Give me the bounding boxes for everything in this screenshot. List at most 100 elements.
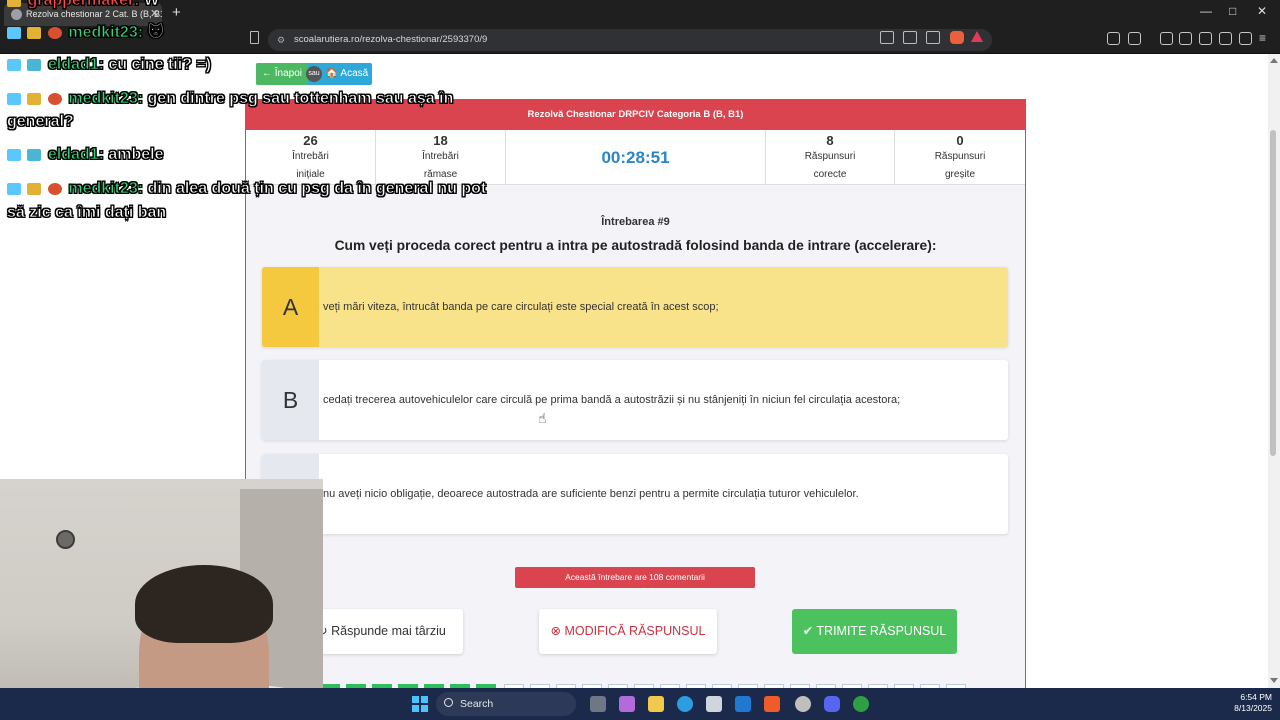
chat-text: să zic ca îmi dați ban: [7, 204, 167, 222]
webcam-overlay: [0, 479, 323, 720]
webcam-wall-fixture: [56, 530, 75, 549]
cast-icon[interactable]: [880, 31, 894, 44]
or-separator: sau: [306, 66, 322, 82]
vpn-icon[interactable]: [1239, 32, 1252, 45]
answer-option-a[interactable]: A veți mări viteza, întrucât banda pe ca…: [262, 267, 1008, 347]
share-icon[interactable]: [926, 31, 940, 44]
browser-tab-strip: Rezolva chestionar 2 Cat. B (B, B1) ✕ + …: [0, 0, 1280, 26]
url-text: scoalarutiera.ro/rezolva-chestionar/2593…: [294, 34, 488, 45]
modify-answer-button[interactable]: ⊗ MODIFICĂ RĂSPUNSUL: [539, 609, 717, 654]
windows-taskbar: Search 6:54 PM 8/13/2025: [0, 688, 1280, 720]
chat-message: medkit23: din alea două țin cu psg da în…: [7, 177, 487, 200]
clip-badge-icon: [47, 26, 62, 39]
search-icon: [444, 698, 453, 707]
sword-badge-icon: [7, 58, 21, 71]
outlook-icon[interactable]: [735, 696, 751, 712]
back-button[interactable]: ← Înapoi: [256, 63, 308, 85]
subscriber-badge-icon: [27, 148, 42, 161]
chat-message: medkit23: 🐱: [7, 21, 165, 44]
chat-text: din alea două țin cu psg da în general n…: [147, 180, 487, 198]
maximize-icon[interactable]: □: [1229, 4, 1236, 18]
chat-message: eldad1: ambele: [7, 143, 164, 166]
stat-wrong-value: 0: [956, 133, 964, 148]
chat-username: grappermaker:: [27, 0, 140, 9]
answer-option-b[interactable]: B cedați trecerea autovehiculelor care c…: [262, 360, 1008, 440]
back-home-group: ← Înapoi sau 🏠 Acasă: [256, 63, 372, 85]
stat-remaining-value: 18: [433, 133, 448, 148]
store-icon[interactable]: [706, 696, 722, 712]
taskbar-search[interactable]: Search: [436, 692, 576, 716]
chat-text: ambele: [108, 146, 164, 164]
site-info-icon[interactable]: ⚙: [277, 29, 285, 51]
answer-option-c[interactable]: C nu aveți nicio obligație, deoarece aut…: [262, 454, 1008, 534]
question-text: Cum veți proceda corect pentru a intra p…: [334, 238, 937, 253]
chat-username: eldad1:: [47, 146, 105, 164]
brave-shields-icon[interactable]: [950, 31, 964, 44]
close-window-icon[interactable]: ✕: [1257, 4, 1267, 18]
start-menu-icon[interactable]: [412, 696, 428, 712]
chat-text: W: [143, 0, 160, 9]
new-tab-button[interactable]: +: [172, 3, 181, 23]
send-answer-button[interactable]: ✔ TRIMITE RĂSPUNSUL: [792, 609, 957, 654]
brave-icon[interactable]: [764, 696, 780, 712]
answer-text: veți mări viteza, întrucât banda pe care…: [323, 301, 719, 313]
chat-username: medkit23:: [68, 90, 144, 108]
crown-badge-icon: [27, 92, 42, 105]
scroll-thumb[interactable]: [1270, 130, 1276, 456]
answer-later-button[interactable]: ↻ Răspunde mai târziu: [300, 609, 463, 654]
brave-rewards-icon[interactable]: [971, 31, 983, 42]
stat-correct: 8 Răspunsuri corecte: [766, 130, 895, 185]
sword-badge-icon: [7, 182, 21, 195]
clock-time: 6:54 PM: [1240, 692, 1272, 702]
chat-username: eldad1:: [47, 56, 105, 74]
stat-wrong: 0 Răspunsuri greșite: [895, 130, 1025, 185]
edge-icon[interactable]: [677, 696, 693, 712]
scroll-up-icon[interactable]: [1270, 58, 1278, 63]
steam-icon[interactable]: [795, 696, 811, 712]
sword-badge-icon: [7, 26, 21, 39]
scroll-down-icon[interactable]: [1270, 678, 1278, 683]
page-scrollbar[interactable]: [1268, 54, 1280, 688]
crown-badge-icon: [27, 182, 42, 195]
screenshot-icon[interactable]: [1128, 32, 1141, 45]
stat-wrong-label: Răspunsuri greșite: [934, 151, 986, 180]
quiz-timer: 00:28:51: [506, 130, 766, 185]
stat-correct-value: 8: [826, 133, 834, 148]
address-bar-row: ⚙ scoalarutiera.ro/rezolva-chestionar/25…: [0, 26, 1280, 54]
discord-icon[interactable]: [824, 696, 840, 712]
wallet-icon[interactable]: [1199, 32, 1212, 45]
home-button[interactable]: 🏠 Acasă: [322, 63, 372, 85]
media-icon[interactable]: [1160, 32, 1173, 45]
screen: Rezolva chestionar 2 Cat. B (B, B1) ✕ + …: [0, 0, 1280, 720]
answer-letter: A: [262, 267, 319, 347]
chat-message-continuation: general?: [7, 110, 74, 133]
menu-icon[interactable]: ≡: [1259, 32, 1272, 45]
comments-button[interactable]: Această întrebare are 108 comentarii: [515, 567, 755, 588]
minimize-icon[interactable]: —: [1200, 4, 1212, 18]
answer-text: cedați trecerea autovehiculelor care cir…: [323, 394, 901, 406]
chat-message: grappermaker: W: [7, 0, 159, 12]
translate-icon[interactable]: [903, 31, 917, 44]
mouse-cursor-icon: ☝: [538, 410, 547, 426]
question-number: Întrebarea #9: [601, 216, 670, 228]
chat-message-continuation: să zic ca îmi dați ban: [7, 201, 167, 224]
task-view-icon[interactable]: [590, 696, 606, 712]
webcam-hair: [135, 565, 273, 643]
copilot-icon[interactable]: [619, 696, 635, 712]
clip-badge-icon: [47, 92, 62, 105]
leo-ai-icon[interactable]: [1219, 32, 1232, 45]
extensions-icon[interactable]: [1107, 32, 1120, 45]
file-explorer-icon[interactable]: [648, 696, 664, 712]
chat-text: cu cine tii? =): [108, 56, 212, 74]
xbox-icon[interactable]: [853, 696, 869, 712]
system-clock[interactable]: 6:54 PM 8/13/2025: [1224, 692, 1272, 714]
answer-letter: B: [262, 360, 319, 440]
chat-text: 🐱: [147, 24, 165, 42]
clip-badge-icon: [47, 182, 62, 195]
bookmark-icon[interactable]: [250, 31, 259, 44]
stat-initial-value: 26: [303, 133, 318, 148]
chat-text: general?: [7, 113, 74, 131]
crown-badge-icon: [27, 26, 42, 39]
chat-text: gen dintre psg sau tottenham sau așa în: [147, 90, 454, 108]
sidebar-icon[interactable]: [1179, 32, 1192, 45]
